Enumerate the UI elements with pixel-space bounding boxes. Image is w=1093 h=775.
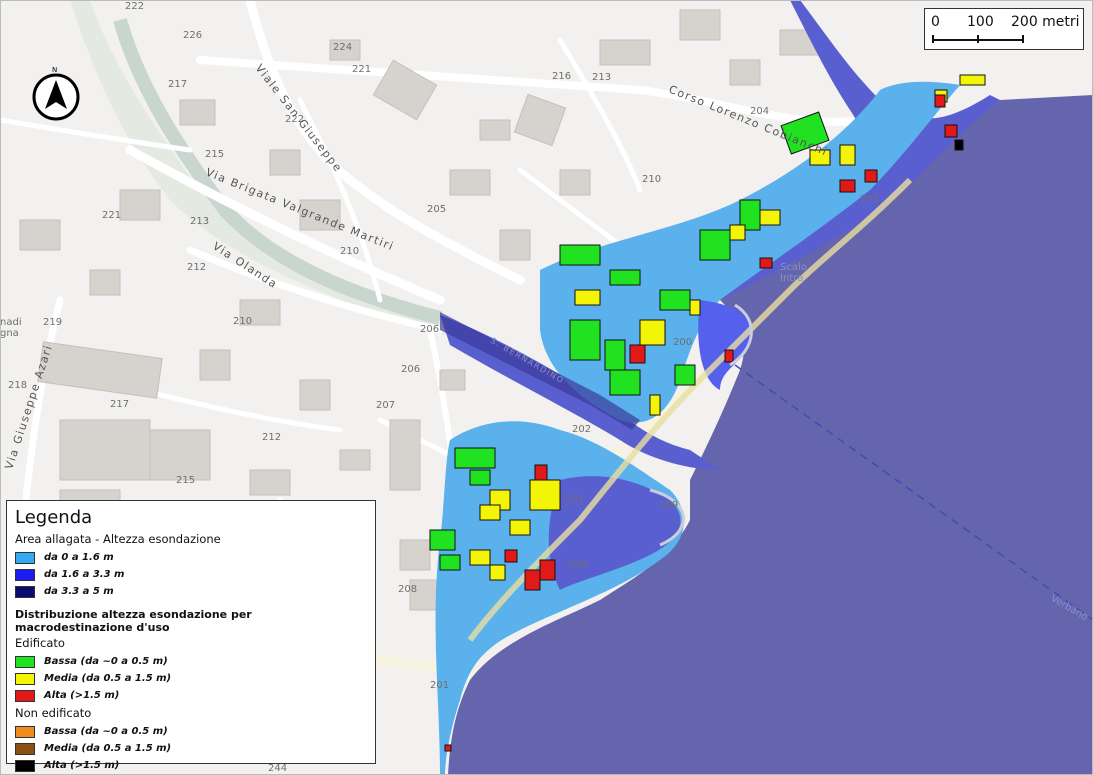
- legend-swatch: [15, 689, 35, 702]
- legend-swatch: [15, 759, 35, 772]
- place-label-scalo-intra: Scalo Intra: [780, 262, 807, 284]
- elevation-label: 210: [642, 174, 661, 185]
- legend-unbuilt-label: Non edificato: [15, 706, 92, 720]
- elevation-label: 217: [168, 79, 187, 90]
- elevation-label: 200: [673, 337, 692, 348]
- legend-flood-section: Area allagata - Altezza esondazione: [15, 532, 221, 546]
- legend-swatch: [15, 655, 35, 668]
- scale-label-100: 100: [967, 14, 994, 30]
- elevation-label: 213: [190, 216, 209, 227]
- elevation-label: 207: [376, 400, 395, 411]
- legend-swatch: [15, 725, 35, 738]
- elevation-label: 215: [205, 149, 224, 160]
- legend-item-label: Media (da 0.5 a 1.5 m): [44, 673, 172, 684]
- elevation-label: 201: [430, 680, 449, 691]
- elevation-label: 210: [233, 316, 252, 327]
- legend-item-label: Media (da 0.5 a 1.5 m): [44, 743, 172, 754]
- scale-tick: [932, 35, 934, 43]
- scale-tick: [977, 35, 979, 43]
- legend-swatch: [15, 585, 35, 598]
- elevation-label: 206: [420, 324, 439, 335]
- legend-item-built-mid: Media (da 0.5 a 1.5 m): [15, 670, 367, 687]
- elevation-label: 200: [568, 560, 587, 571]
- legend-item-label: Bassa (da ~0 a 0.5 m): [44, 656, 168, 667]
- legend-item-flood-mid: da 1.6 a 3.3 m: [15, 566, 367, 583]
- elevation-label: 206: [401, 364, 420, 375]
- legend-swatch: [15, 568, 35, 581]
- elevation-label: 203: [860, 194, 879, 205]
- unbuilt-high-impact: [954, 139, 964, 151]
- legend-swatch: [15, 551, 35, 564]
- legend-item-label: da 1.6 a 3.3 m: [44, 569, 125, 580]
- elevation-label: 226: [183, 30, 202, 41]
- elevation-label: 215: [176, 475, 195, 486]
- legend-item-built-low: Bassa (da ~0 a 0.5 m): [15, 653, 367, 670]
- elevation-label: 205: [427, 204, 446, 215]
- legend-item-label: Bassa (da ~0 a 0.5 m): [44, 726, 168, 737]
- legend-item-unbuilt-high: Alta (>1.5 m): [15, 757, 367, 774]
- elevation-label: 219: [43, 317, 62, 328]
- legend-panel: Legenda Area allagata - Altezza esondazi…: [6, 500, 376, 772]
- elevation-label: 208: [398, 584, 417, 595]
- elevation-label: 202: [572, 424, 591, 435]
- legend-item-flood-low: da 0 a 1.6 m: [15, 549, 367, 566]
- elevation-label: 221: [102, 210, 121, 221]
- elevation-label: 222: [125, 1, 144, 12]
- elevation-label: 212: [187, 262, 206, 273]
- legend-item-label: da 0 a 1.6 m: [44, 552, 114, 563]
- legend-item-label: da 3.3 a 5 m: [44, 586, 114, 597]
- legend-title: Legenda: [15, 507, 93, 528]
- legend-swatch: [15, 742, 35, 755]
- legend-item-unbuilt-mid: Media (da 0.5 a 1.5 m): [15, 740, 367, 757]
- elevation-label: 221: [352, 64, 371, 75]
- legend-item-unbuilt-low: Bassa (da ~0 a 0.5 m): [15, 723, 367, 740]
- legend-item-flood-high: da 3.3 a 5 m: [15, 583, 367, 600]
- scale-bar: 0 100 200 metri: [924, 8, 1084, 50]
- legend-built-label: Edificato: [15, 636, 65, 650]
- elevation-label: 212: [262, 432, 281, 443]
- scale-tick: [1022, 35, 1024, 43]
- elevation-label: 216: [552, 71, 571, 82]
- elevation-label: 213: [592, 72, 611, 83]
- scale-label-0: 0: [931, 14, 940, 30]
- elevation-label: 224: [333, 42, 352, 53]
- elevation-label: 210: [340, 246, 359, 257]
- legend-swatch: [15, 672, 35, 685]
- legend-distribution-heading: Distribuzione altezza esondazione per ma…: [15, 608, 252, 634]
- legend-item-label: Alta (>1.5 m): [44, 760, 120, 771]
- north-arrow-letter: N: [52, 66, 57, 74]
- scale-label-200: 200 metri: [1011, 14, 1080, 30]
- legend-item-built-high: Alta (>1.5 m): [15, 687, 367, 704]
- place-label-nadi-gna: nadi gna: [0, 317, 22, 339]
- elevation-label: 218: [8, 380, 27, 391]
- elevation-label: 217: [110, 399, 129, 410]
- elevation-label: 201: [565, 494, 584, 505]
- legend-item-label: Alta (>1.5 m): [44, 690, 120, 701]
- elevation-label: 199: [659, 500, 678, 511]
